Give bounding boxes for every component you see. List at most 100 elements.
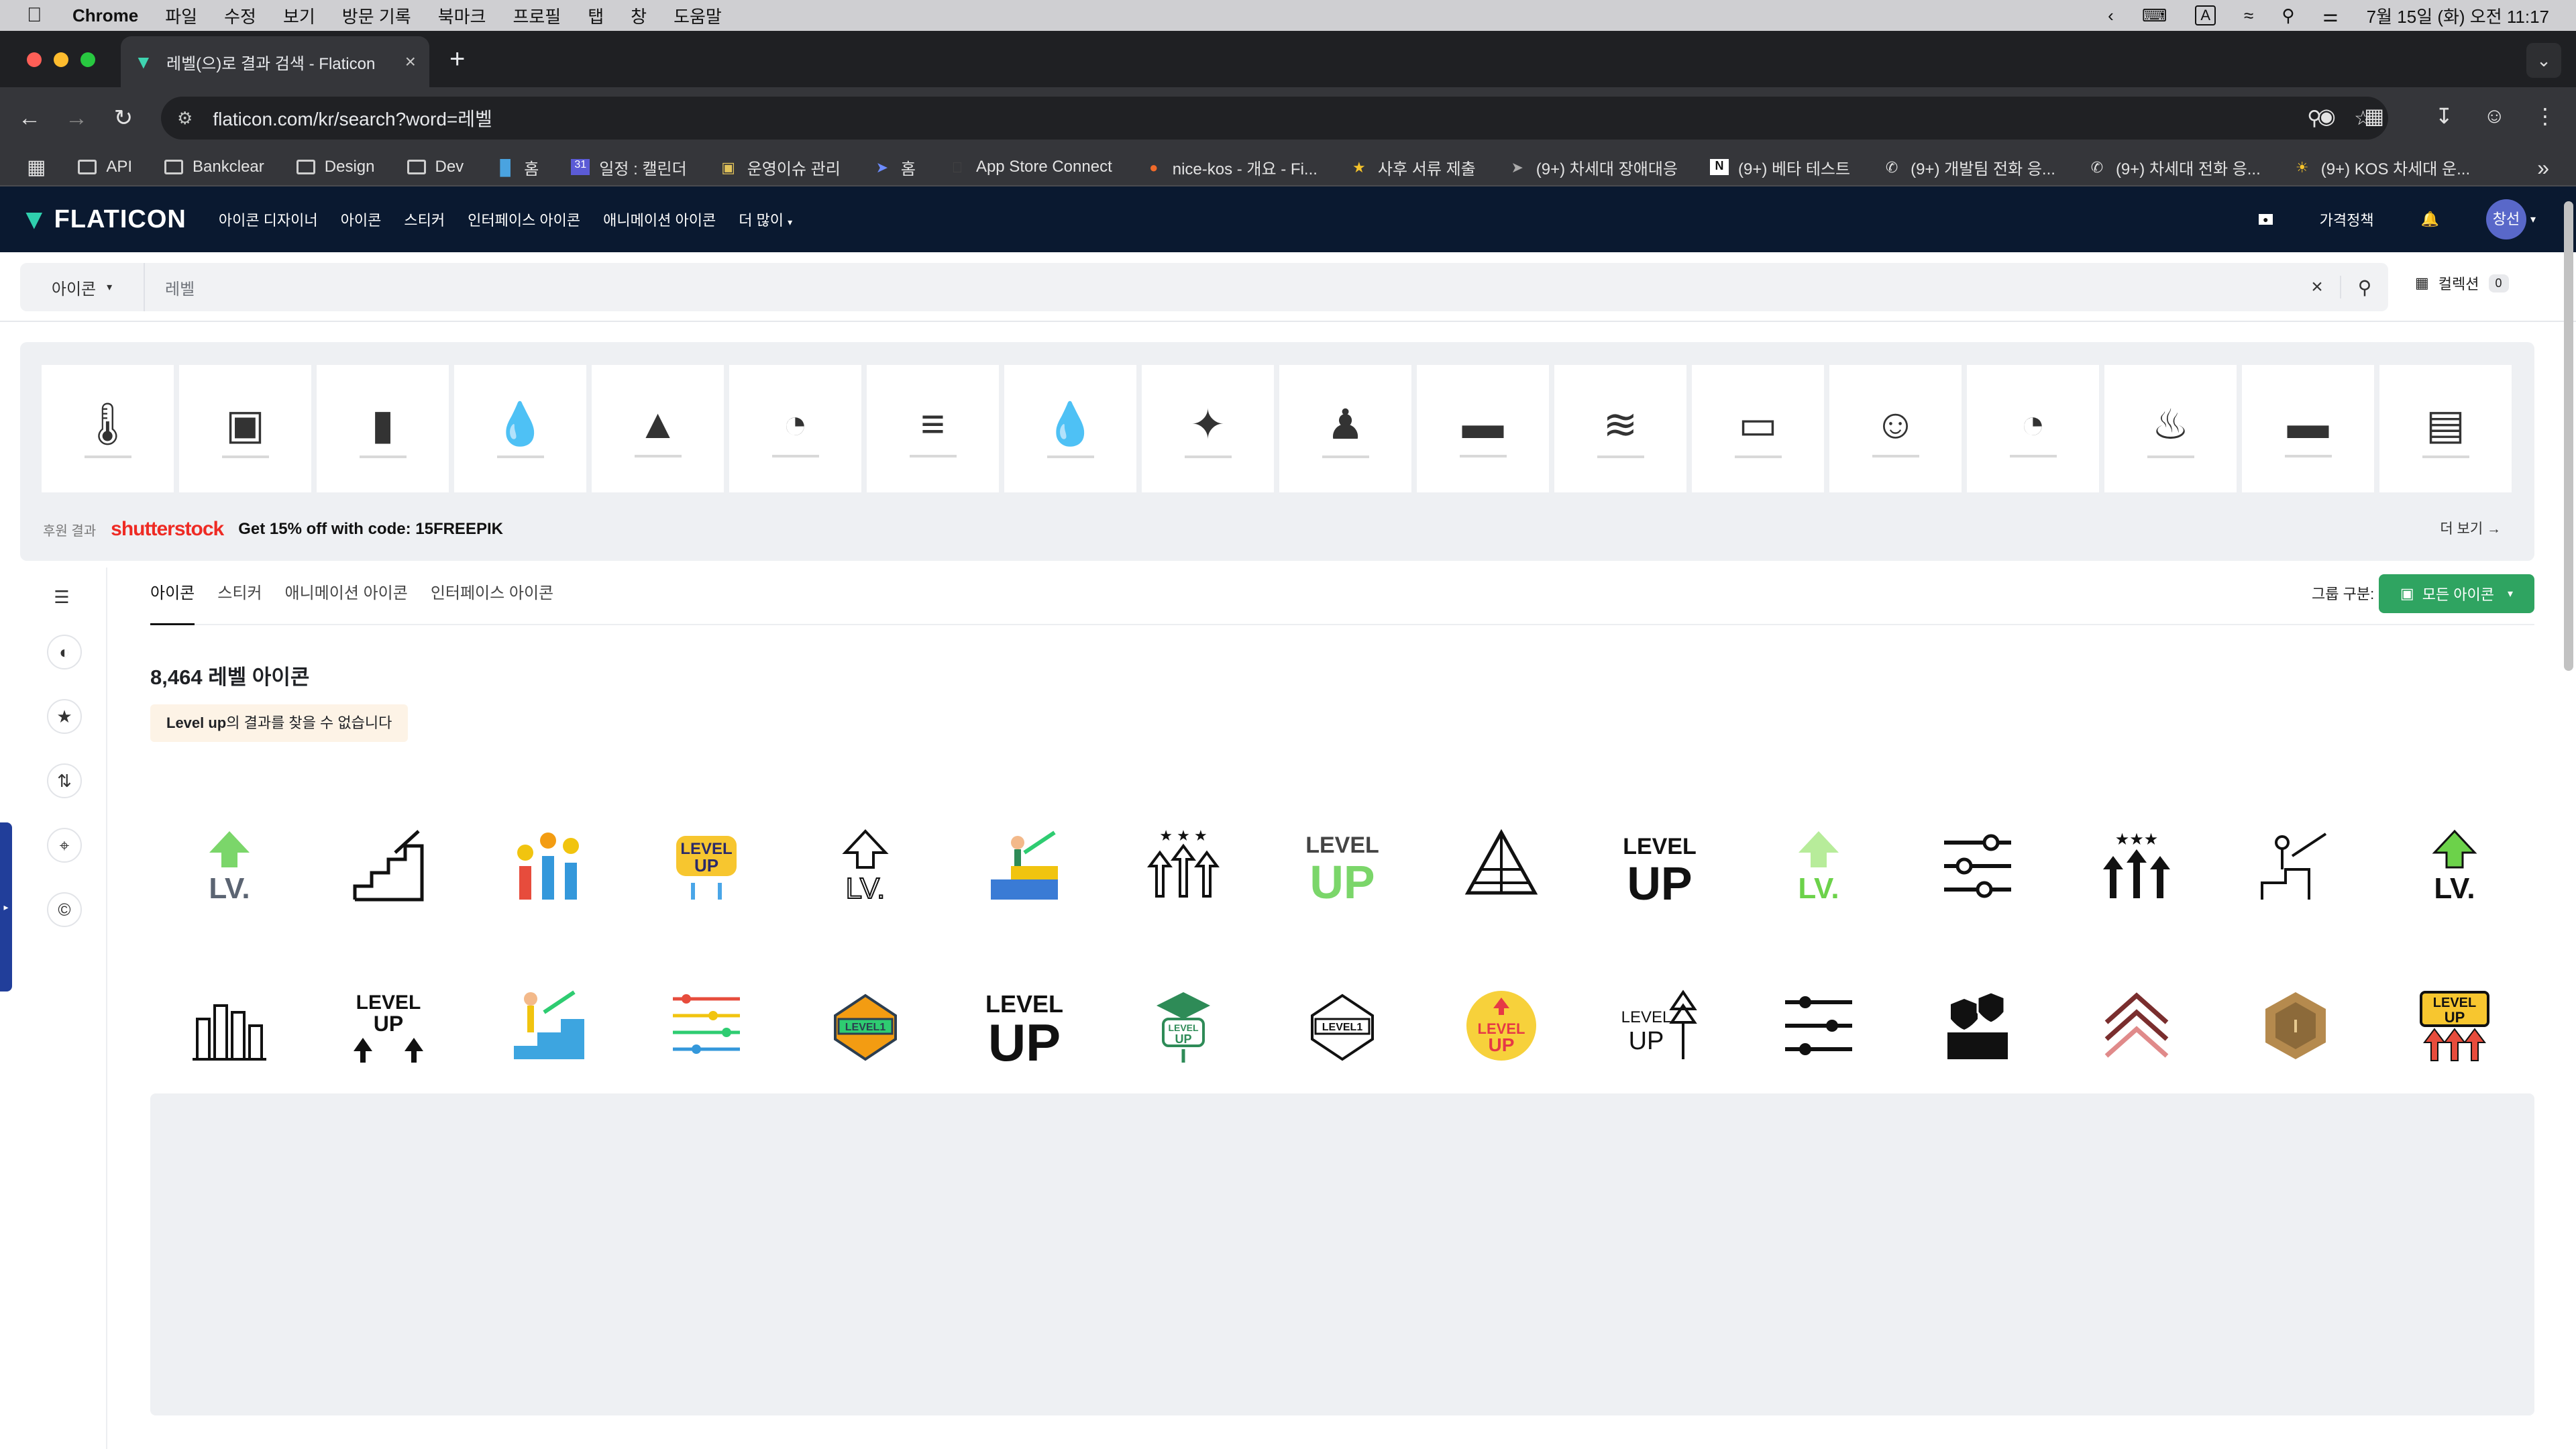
shape-filter-icon[interactable]: ⇅ [47,763,82,798]
sponsored-tile[interactable]: 💧 [454,365,586,492]
icon-result-item[interactable]: LEVEL UP [1263,786,1421,946]
menu-view[interactable]: 보기 [283,3,315,28]
icon-result-item[interactable]: ★ ★ ★ [1104,786,1263,946]
bookmark-dev[interactable]: Dev [407,158,464,176]
flaticon-logo[interactable]: ▼ FLATICON [20,203,186,235]
nav-interface-icons[interactable]: 인터페이스 아이콘 [468,209,580,230]
chevron-left-icon[interactable]: ‹ [2108,5,2114,26]
menu-app-chrome[interactable]: Chrome [72,5,138,26]
icon-result-item[interactable]: ★★★ [2057,786,2216,946]
nav-icons[interactable]: 아이콘 [341,209,382,230]
bookmark-api[interactable]: API [78,158,132,176]
menu-bookmarks[interactable]: 북마크 [438,3,486,28]
more-bookmarks-icon[interactable]: » [2537,156,2549,180]
icon-result-item[interactable]: LEVEL1 [786,946,945,1106]
bookmark-document-submit[interactable]: ★ 사후 서류 제출 [1350,156,1476,179]
tab-stickers[interactable]: 스티커 [217,568,262,625]
menu-edit[interactable]: 수정 [224,3,256,28]
bookmark-next-phone[interactable]: ✆ (9+) 차세대 전화 응... [2088,156,2261,179]
bookmark-bankclear[interactable]: Bankclear [164,158,264,176]
nav-more[interactable]: 더 많이 ▾ [739,209,792,230]
icon-result-item[interactable]: LV. [2375,786,2534,946]
bookmark-home-2[interactable]: ➤ 홈 [873,156,916,179]
sponsored-tile[interactable]: ▬ [1417,365,1549,492]
sponsored-tile[interactable]: ▤ [2379,365,2512,492]
sponsored-tile[interactable]: 🌡 [42,365,174,492]
bookmark-ops-issues[interactable]: ▣ 운영이슈 관리 [719,156,841,179]
icon-result-item[interactable] [1898,946,2057,1106]
active-tab[interactable]: ▼ 레벨(으)로 결과 검색 - Flaticon × [121,36,429,87]
filter-sliders-icon[interactable]: ☰ [44,581,79,616]
forward-button[interactable]: → [60,102,93,134]
search-icon[interactable]: ⚲ [2341,276,2388,299]
menu-window[interactable]: 창 [631,3,647,28]
tab-search-button[interactable]: ⌄ [2526,43,2561,78]
download-icon[interactable]: ↧ [2435,103,2453,129]
reload-button[interactable]: ↻ [107,102,140,134]
tab-close-icon[interactable]: × [405,51,416,72]
license-copyright-icon[interactable]: © [47,892,82,927]
animated-filter-icon[interactable]: ⌖ [47,828,82,863]
extensions-icon[interactable]: ▦ [2364,103,2384,129]
menu-file[interactable]: 파일 [165,3,197,28]
sponsored-tile[interactable]: ◔ [729,365,861,492]
icon-result-item[interactable] [150,946,309,1106]
icon-result-item[interactable]: LEVEL UP [309,946,468,1106]
back-button[interactable]: ← [13,102,46,134]
icon-result-item[interactable]: LEVEL UP [945,946,1104,1106]
icon-result-item[interactable]: LEVEL1 [1263,946,1421,1106]
bookmark-design[interactable]: Design [296,158,375,176]
sponsored-tile[interactable]: ▬ [2242,365,2374,492]
icon-result-item[interactable]: I [2216,946,2375,1106]
menu-profile[interactable]: 프로필 [513,3,561,28]
nav-animated-icons[interactable]: 애니메이션 아이콘 [603,209,716,230]
clear-search-icon[interactable]: × [2294,276,2341,299]
bookmark-dev-phone[interactable]: ✆ (9+) 개발팀 전화 응... [1882,156,2055,179]
nav-pricing[interactable]: 가격정책 [2320,209,2374,230]
icon-result-item[interactable] [309,786,468,946]
bookmark-incident[interactable]: ➤ (9+) 차세대 장애대응 [1508,156,1678,179]
icon-result-item[interactable]: LEVEL UP [1421,946,1580,1106]
icon-result-item[interactable]: LV. [150,786,309,946]
sponsored-tile[interactable]: ♟ [1279,365,1411,492]
page-scrollbar[interactable] [2564,201,2573,671]
icon-result-item[interactable]: LEVEL UP [1580,786,1739,946]
keyboard-icon[interactable]: ⌨ [2142,5,2167,26]
see-more-link[interactable]: 더 보기 → [2440,518,2501,538]
icon-result-item[interactable] [2216,786,2375,946]
input-source-icon[interactable]: A [2195,5,2216,25]
notification-bell-icon[interactable]: 🔔 [2421,211,2439,228]
sponsored-tile[interactable]: 💧 [1004,365,1136,492]
bookmark-nice-kos[interactable]: ● nice-kos - 개요 - Fi... [1144,156,1318,179]
menubar-clock[interactable]: 7월 15일 (화) 오전 11:17 [2367,3,2549,28]
language-flag-icon[interactable]: ● [2259,214,2273,225]
icon-result-item[interactable]: LEVEL UP [2375,946,2534,1106]
style-star-icon[interactable]: ★ [47,699,82,734]
color-palette-icon[interactable]: ◐ [47,635,82,669]
bookmark-beta-test[interactable]: N (9+) 베타 테스트 [1710,156,1850,179]
apps-grid-icon[interactable]: ▦ [27,156,46,179]
sponsored-tile[interactable]: ▣ [179,365,311,492]
menu-history[interactable]: 방문 기록 [342,3,411,28]
close-window-button[interactable] [27,52,42,67]
tab-animated-icons[interactable]: 애니메이션 아이콘 [285,568,408,625]
sponsored-tile[interactable]: ▮ [317,365,449,492]
bookmark-app-store-connect[interactable]: App Store Connect [948,158,1112,176]
sponsored-tile[interactable]: ◔ [1967,365,2099,492]
new-tab-button[interactable]: + [449,44,465,74]
nav-stickers[interactable]: 스티커 [404,209,445,230]
icon-result-item[interactable] [1898,786,2057,946]
icon-result-item[interactable] [2057,946,2216,1106]
sponsored-tile[interactable]: ▲ [592,365,724,492]
site-info-icon[interactable]: ⚙ [177,108,193,129]
icon-result-item[interactable]: LV. [786,786,945,946]
bookmark-home-1[interactable]: █ 홈 [496,156,539,179]
icon-result-item[interactable]: LEVEL UP [1104,946,1263,1106]
icon-result-item[interactable] [945,786,1104,946]
menu-help[interactable]: 도움말 [674,3,722,28]
side-panel-handle[interactable]: ▸ [0,822,12,991]
sponsored-tile[interactable]: ♨ [2104,365,2237,492]
minimize-window-button[interactable] [54,52,68,67]
tab-interface-icons[interactable]: 인터페이스 아이콘 [431,568,553,625]
chrome-menu-icon[interactable]: ⋮ [2534,103,2556,129]
